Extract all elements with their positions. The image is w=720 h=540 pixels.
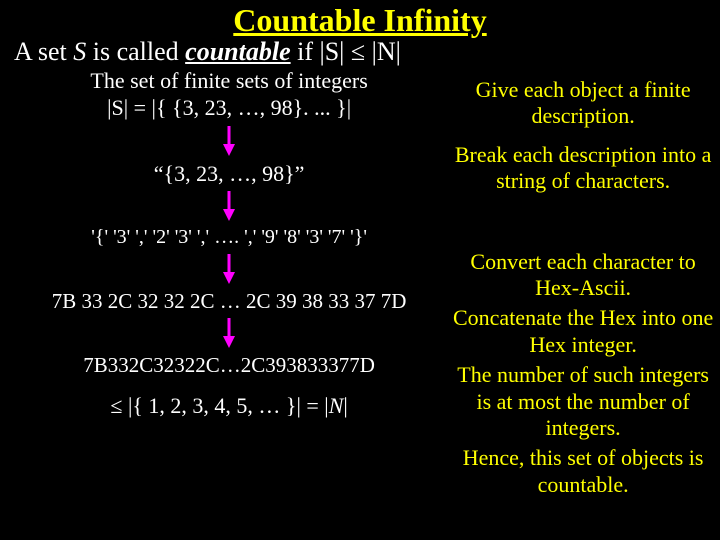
right-block-1: Give each object a finite description.: [452, 77, 714, 130]
l7N: N: [329, 393, 344, 418]
right-block-2: Break each description into a string of …: [452, 142, 714, 195]
left-line-3: “{3, 23, …, 98}”: [154, 161, 305, 186]
right-column: Give each object a finite description. B…: [452, 67, 714, 498]
definition-line: A set S is called countable if |S| ≤ |N|: [0, 37, 720, 67]
left-line-6: 7B332C32322C…2C393833377D: [83, 353, 375, 377]
arrow-2: [221, 191, 237, 221]
right-block-6: Hence, this set of objects is countable.: [452, 445, 714, 498]
left-line-5: 7B 33 2C 32 32 2C … 2C 39 38 33 37 7D: [52, 289, 407, 313]
left-line-7: ≤ |{ 1, 2, 3, 4, 5, … }| = |N|: [110, 393, 347, 418]
right-block-5: The number of such integers is at most t…: [452, 362, 714, 441]
arrow-1: [221, 126, 237, 156]
defn-countable: countable: [185, 37, 290, 66]
slide: Countable Infinity A set S is called cou…: [0, 0, 720, 540]
l7a: ≤ |{ 1, 2, 3, 4, 5, … }| = |: [110, 393, 328, 418]
left-line-2: |S| = |{ {3, 23, …, 98}. ... }|: [107, 95, 351, 120]
defn-prefix: A set: [14, 37, 73, 66]
l7b: |: [343, 393, 347, 418]
arrow-4: [221, 318, 237, 348]
left-column: The set of finite sets of integers |S| =…: [6, 67, 452, 498]
left-line-1: The set of finite sets of integers: [90, 68, 367, 93]
arrow-3: [221, 254, 237, 284]
right-block-4: Concatenate the Hex into one Hex integer…: [452, 305, 714, 358]
left-line-4: '{' '3' ',' '2' '3' ',' …. ',' '9' '8' '…: [91, 226, 367, 249]
defn-mid: is called: [86, 37, 185, 66]
columns: The set of finite sets of integers |S| =…: [0, 67, 720, 498]
right-block-3: Convert each character to Hex-Ascii.: [452, 249, 714, 302]
slide-title: Countable Infinity: [0, 0, 720, 39]
defn-suffix: if |S| ≤ |N|: [291, 37, 401, 66]
defn-S: S: [73, 37, 86, 66]
